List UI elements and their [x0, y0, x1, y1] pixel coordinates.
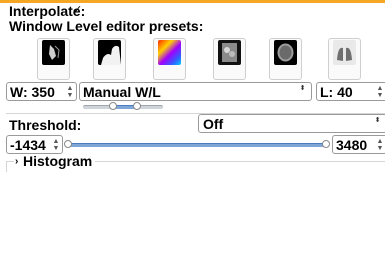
window-width-stepper[interactable]: ▲ ▼ — [66, 85, 74, 99]
threshold-mode-value: Off — [203, 116, 224, 132]
preset-button-ct-abdomen[interactable] — [213, 38, 246, 80]
threshold-mode-select[interactable]: Off ⬍ — [198, 114, 385, 133]
wl-mode-value: Manual W/L — [83, 84, 161, 100]
interpolate-checkbox[interactable]: ✓ — [73, 5, 82, 16]
chevron-updown-icon: ⬍ — [299, 85, 306, 92]
threshold-slider-range[interactable] — [68, 143, 326, 147]
preset-button-color-map[interactable] — [153, 38, 186, 80]
chevron-updown-icon: ⬍ — [374, 117, 381, 124]
preset-button-ct-bone[interactable] — [93, 38, 126, 80]
ct-abdomen-preset-icon — [218, 40, 241, 65]
threshold-max-value: 3480 — [336, 137, 368, 153]
threshold-max-stepper[interactable]: ▲ ▼ — [376, 138, 384, 152]
preset-button-ct-lung[interactable] — [328, 38, 361, 80]
preset-button-ct-brain[interactable] — [269, 38, 302, 80]
window-level-stepper[interactable]: ▲ ▼ — [376, 85, 384, 99]
wl-slider-handle-max[interactable] — [133, 102, 141, 110]
wl-mode-select[interactable]: Manual W/L ⬍ — [79, 82, 312, 101]
ct-lung-preset-icon — [333, 40, 356, 65]
histogram-disclosure-arrow-icon[interactable]: › — [15, 154, 18, 170]
histogram-border-left — [6, 161, 7, 172]
ct-brain-preset-icon — [274, 40, 297, 65]
window-level-field[interactable]: L: 40 ▲ ▼ — [316, 82, 385, 101]
color-map-preset-icon — [158, 40, 181, 65]
threshold-slider-handle-min[interactable] — [64, 140, 72, 148]
window-width-value: W: 350 — [10, 84, 55, 100]
window-width-field[interactable]: W: 350 ▲ ▼ — [6, 82, 77, 101]
threshold-label: Threshold: — [9, 117, 82, 133]
presets-title: Window Level editor presets: — [9, 18, 204, 34]
threshold-min-stepper[interactable]: ▲ ▼ — [52, 138, 60, 152]
histogram-border-top-left — [6, 161, 14, 162]
histogram-border-top-right — [95, 161, 385, 162]
histogram-toggle[interactable]: Histogram — [23, 153, 92, 169]
ct-bone-preset-icon — [98, 40, 121, 65]
preset-button-ct-chest[interactable] — [37, 38, 70, 80]
threshold-min-field[interactable]: -1434 ▲ ▼ — [6, 135, 63, 154]
threshold-min-value: -1434 — [10, 137, 46, 153]
ct-chest-preset-icon — [42, 40, 65, 65]
window-level-value: L: 40 — [320, 84, 353, 100]
threshold-max-field[interactable]: 3480 ▲ ▼ — [332, 135, 385, 154]
wl-slider-handle-min[interactable] — [109, 102, 117, 110]
threshold-slider-handle-max[interactable] — [322, 140, 330, 148]
